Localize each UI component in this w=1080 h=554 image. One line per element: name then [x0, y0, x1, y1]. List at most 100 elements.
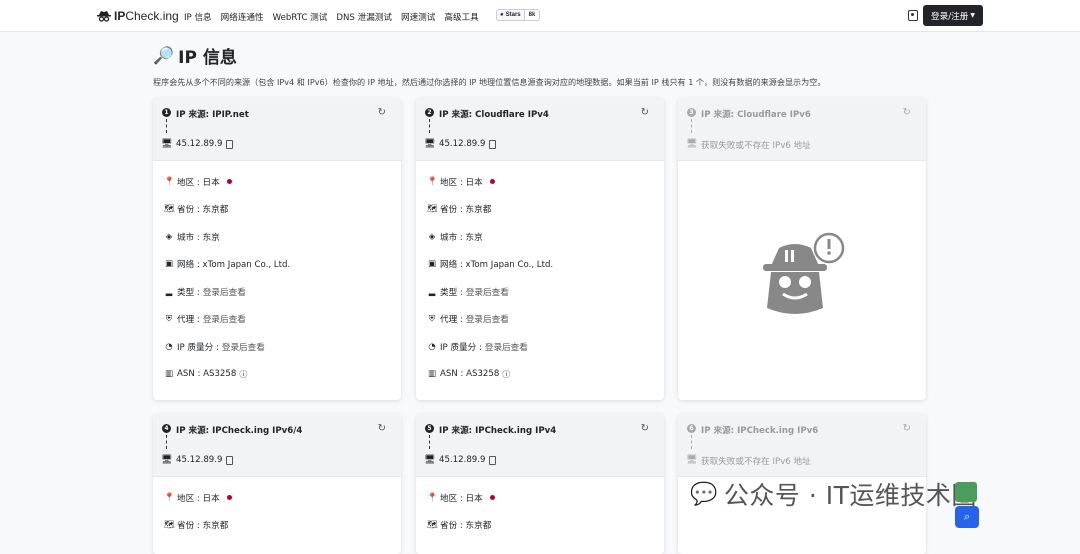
- nav-link-speedtest[interactable]: 网速测试: [401, 11, 435, 23]
- nav-link-advanced-tools[interactable]: 高级工具: [444, 11, 478, 23]
- dotted-connector: [429, 119, 430, 133]
- ip-address: 45.12.89.9: [439, 139, 497, 149]
- ip-address-value: 45.12.89.9: [439, 455, 486, 465]
- computer-icon: 🖥: [424, 455, 436, 465]
- network-icon: ▣: [427, 259, 437, 270]
- page-title: 🔎 IP 信息: [153, 43, 237, 69]
- refresh-icon[interactable]: ↻: [641, 423, 649, 434]
- row-asn: ▥ ASN : AS3258 ⓘ: [164, 361, 390, 389]
- province-text: 省份 : 东京都: [440, 205, 492, 216]
- computer-icon: 🖥: [686, 139, 698, 149]
- province-icon: 🗺: [164, 204, 175, 215]
- ip-address: 45.12.89.9: [176, 139, 234, 149]
- feedback-fab[interactable]: [955, 482, 977, 502]
- region-text: 地区 : 日本: [177, 493, 220, 504]
- proxy-login-link[interactable]: 登录后查看: [466, 313, 509, 325]
- row-city: ◈ 城市 : 东京: [164, 223, 390, 251]
- province-text: 省份 : 东京都: [177, 521, 229, 532]
- ip-source-title: IP 来源: Cloudflare IPv4: [439, 110, 549, 120]
- network-text: 网络 : xTom Japan Co., Ltd.: [177, 260, 291, 271]
- shield-icon: ⛨: [165, 314, 173, 325]
- info-icon[interactable]: ⓘ: [239, 369, 247, 380]
- nav-link-ip-info[interactable]: IP 信息: [184, 11, 212, 23]
- copy-icon[interactable]: [489, 139, 497, 149]
- province-icon: 🗺: [427, 204, 438, 215]
- copy-icon[interactable]: [489, 455, 497, 465]
- proxy-label: 代理 :: [177, 315, 200, 326]
- dotted-connector: [166, 435, 167, 449]
- computer-icon: 🖥: [686, 455, 698, 465]
- dotted-connector: [429, 435, 430, 449]
- caret-down-icon: ▼: [970, 12, 975, 19]
- chart-icon: ▥: [164, 369, 174, 380]
- ip-card-5: 5 IP 来源: IPCheck.ing IPv4 ↻ 🖥 45.12.89.9…: [416, 414, 664, 554]
- region-text: 地区 : 日本: [440, 177, 483, 188]
- ip-card-3: 3 IP 来源: Cloudflare IPv6 ↻ 🖥 获取失败或不存在 IP…: [678, 98, 926, 400]
- ip-address-value: 45.12.89.9: [176, 139, 223, 149]
- row-type: ▂ 类型 : 登录后查看: [427, 278, 653, 306]
- page-description: 程序会先从多个不同的来源（包含 IPv4 和 IPv6）检查你的 IP 地址，然…: [153, 77, 826, 87]
- step-number-badge: 1: [162, 108, 171, 117]
- ip-address-value: 45.12.89.9: [439, 139, 486, 149]
- gauge-icon: ◔: [165, 341, 173, 352]
- step-number-badge: 4: [162, 424, 171, 433]
- theme-toggle-icon[interactable]: [908, 10, 918, 21]
- github-stars-count: 8k: [524, 9, 541, 21]
- province-icon: 🗺: [427, 520, 438, 531]
- province-text: 省份 : 东京都: [177, 205, 229, 216]
- computer-icon: 🖥: [161, 139, 173, 149]
- nav-link-dns-leak[interactable]: DNS 泄漏测试: [336, 11, 392, 23]
- brand-logo[interactable]: IPCheck.ing: [97, 9, 179, 23]
- refresh-icon[interactable]: ↻: [903, 107, 911, 118]
- row-region: 📍 地区 : 日本: [164, 484, 390, 512]
- ip-card-header: 1 IP 来源: IPIP.net ↻ 🖥 45.12.89.9: [153, 98, 401, 161]
- ip-source-title: IP 来源: IPCheck.ing IPv6: [701, 426, 819, 436]
- signal-icon: ▂: [165, 286, 173, 297]
- proxy-login-link[interactable]: 登录后查看: [203, 313, 246, 325]
- row-asn: ▥ ASN : AS3258 ⓘ: [427, 361, 653, 389]
- quality-login-link[interactable]: 登录后查看: [485, 341, 528, 353]
- copy-icon[interactable]: [226, 455, 234, 465]
- nav-link-webrtc[interactable]: WebRTC 测试: [273, 11, 328, 23]
- login-dropdown-button[interactable]: 登录/注册 ▼: [923, 5, 983, 26]
- ip-card-header: 5 IP 来源: IPCheck.ing IPv4 ↻ 🖥 45.12.89.9: [416, 414, 664, 477]
- quality-login-link[interactable]: 登录后查看: [222, 341, 265, 353]
- github-stars-button[interactable]: ● Stars 8k: [496, 9, 541, 21]
- map-pin-icon: 📍: [427, 176, 438, 187]
- refresh-icon[interactable]: ↻: [641, 107, 649, 118]
- province-icon: 🗺: [164, 520, 175, 531]
- map-pin-icon: 📍: [427, 492, 438, 503]
- step-number-badge: 6: [687, 424, 696, 433]
- login-label: 登录/注册: [931, 11, 969, 22]
- refresh-icon[interactable]: ↻: [903, 423, 911, 434]
- japan-flag-dot: [489, 179, 495, 185]
- city-text: 城市 : 东京: [177, 232, 220, 243]
- type-login-link[interactable]: 登录后查看: [466, 286, 509, 298]
- row-type: ▂ 类型 : 登录后查看: [164, 278, 390, 306]
- copy-icon[interactable]: [226, 139, 234, 149]
- network-icon: ▣: [164, 259, 174, 270]
- map-pin-icon: 📍: [164, 176, 175, 187]
- info-icon[interactable]: ⓘ: [502, 369, 510, 380]
- ip-card-header: 3 IP 来源: Cloudflare IPv6 ↻ 🖥 获取失败或不存在 IP…: [678, 98, 926, 161]
- type-login-link[interactable]: 登录后查看: [203, 286, 246, 298]
- search-fab[interactable]: ⌕: [955, 506, 979, 528]
- ip-source-title: IP 来源: Cloudflare IPv6: [701, 110, 811, 120]
- ip-unavailable-text: 获取失败或不存在 IPv6 地址: [701, 141, 811, 151]
- ip-address: 45.12.89.9: [439, 455, 497, 465]
- row-province: 🗺 省份 : 东京都: [427, 512, 653, 540]
- ip-source-title: IP 来源: IPCheck.ing IPv6/4: [176, 426, 303, 436]
- ip-card-header: 2 IP 来源: Cloudflare IPv4 ↻ 🖥 45.12.89.9: [416, 98, 664, 161]
- step-number-badge: 3: [687, 108, 696, 117]
- dotted-connector: [691, 435, 692, 449]
- ip-address: 获取失败或不存在 IPv6 地址: [701, 455, 811, 467]
- city-icon: ◈: [165, 231, 173, 242]
- computer-icon: 🖥: [161, 455, 173, 465]
- row-region: 📍 地区 : 日本: [427, 484, 653, 512]
- row-quality: ◔ IP 质量分 : 登录后查看: [164, 333, 390, 361]
- city-icon: ◈: [428, 231, 436, 242]
- refresh-icon[interactable]: ↻: [378, 423, 386, 434]
- refresh-icon[interactable]: ↻: [378, 107, 386, 118]
- nav-link-connectivity[interactable]: 网络连通性: [221, 11, 264, 23]
- ip-source-title: IP 来源: IPIP.net: [176, 110, 249, 120]
